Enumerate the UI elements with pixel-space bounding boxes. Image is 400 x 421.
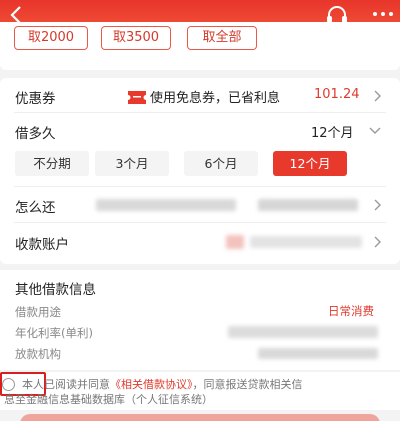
purpose-value: 日常消费 [328,304,374,318]
submit-button[interactable] [20,414,380,421]
term-option-6-months[interactable]: 6个月 [184,151,258,176]
purpose-label: 借款用途 [15,305,61,319]
redacted-account-number [250,236,362,248]
agreement-section: 本人已阅读并同意《相关借款协议》，同意报送贷款相关信 息至金融信息基础数据库（个… [0,372,400,410]
annual-rate-label: 年化利率(单利) [15,326,93,340]
chevron-right-icon [374,236,381,248]
chevron-down-icon [369,127,381,134]
term-option-3-months[interactable]: 3个月 [95,151,169,176]
lender-label: 放款机构 [15,347,61,361]
quick-amount-all-button[interactable]: 取全部 [187,26,257,50]
redacted-lender [258,348,378,359]
coupon-description: 使用免息券，已省利息 [150,91,281,106]
coupon-label: 优惠券 [15,91,56,107]
interest-saved-amount: 101.24 [314,87,360,102]
divider [14,222,386,223]
other-info-title: 其他借款信息 [15,282,96,298]
loan-agreement-link[interactable]: 《相关借款协议》 [110,378,193,391]
chevron-right-icon [374,90,381,102]
chevron-right-icon [374,199,381,211]
quick-amount-2000-button[interactable]: 取2000 [14,26,88,50]
agreement-text-line1: 本人已阅读并同意《相关借款协议》，同意报送贷款相关信 [22,376,303,392]
agreement-text-part2: ，同意报送贷款相关信 [192,378,303,391]
redacted-repay-amount [258,199,358,211]
ticket-icon [128,91,146,104]
redacted-repay-plan [96,199,236,211]
agree-checkbox[interactable] [2,378,15,391]
account-label: 收款账户 [15,237,69,253]
divider [14,186,386,187]
more-dots-icon[interactable] [368,4,398,24]
term-option-none[interactable]: 不分期 [15,151,89,176]
redacted-annual-rate [228,326,378,338]
quick-amount-3500-button[interactable]: 取3500 [101,26,171,50]
agreement-text-part1: 本人已阅读并同意 [22,378,110,391]
divider [14,112,386,113]
term-selected-value: 12个月 [311,126,354,141]
term-option-12-months[interactable]: 12个月 [273,151,347,176]
term-label: 借多久 [15,126,56,142]
other-loan-info-card: 其他借款信息 借款用途 日常消费 年化利率(单利) 放款机构 [0,270,400,370]
repay-label: 怎么还 [15,200,56,216]
amount-card: 取2000 取3500 取全部 [0,22,400,70]
bank-logo [226,235,244,249]
loan-options-card: 优惠券 使用免息券，已省利息 101.24 借多久 12个月 不分期 3个月 6… [0,78,400,264]
agreement-text-line2: 息至金融信息基础数据库（个人征信系统） [4,393,213,406]
